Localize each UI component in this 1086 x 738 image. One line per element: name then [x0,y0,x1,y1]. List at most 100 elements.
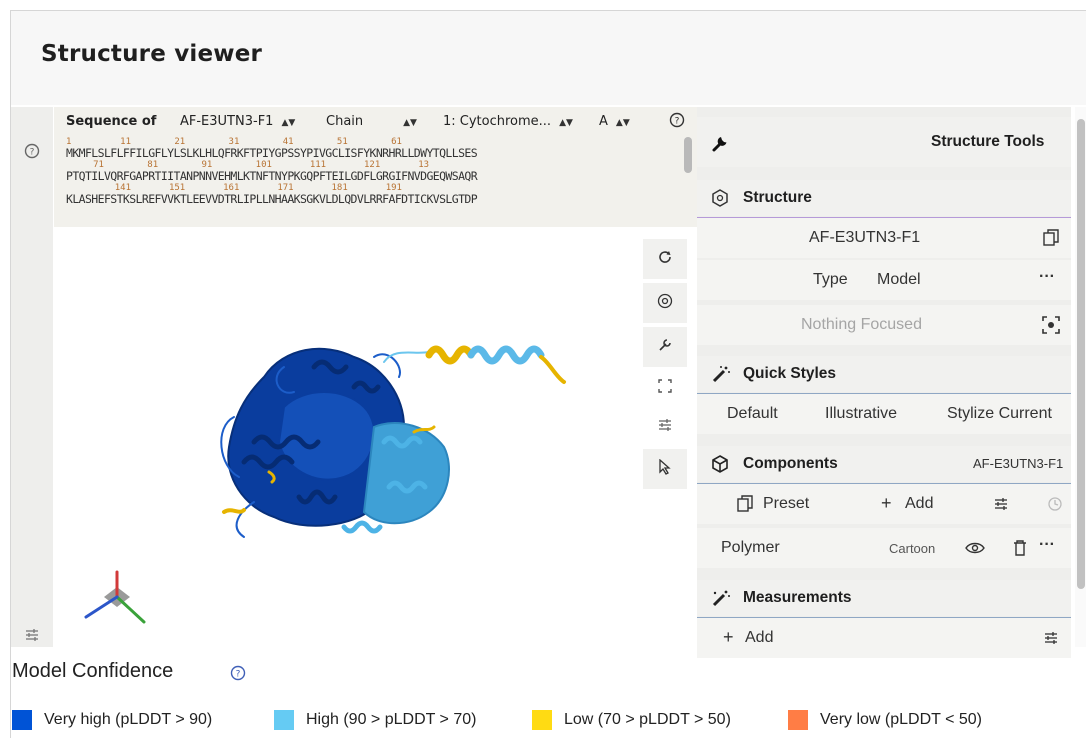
legend-swatch [274,710,294,730]
settings-button[interactable] [643,407,687,447]
legend-label: Low (70 > pLDDT > 50) [564,711,731,728]
structure-type-row: Type Model ··· [697,260,1071,300]
legend-label: Very high (pLDDT > 90) [44,711,213,728]
style-stylize-current-button[interactable]: Stylize Current [947,405,1052,423]
chain-select-value: 1: Cytochrome... [443,114,552,129]
sequence-header: Sequence of AF-E3UTN3-F1 ▲▼ Chain ▲▼ 1: Cy… [54,107,697,135]
legend-low: Low (70 > pLDDT > 50) [532,710,731,730]
add-measurement-button[interactable]: Add [745,629,773,647]
focus-row[interactable]: Nothing Focused [697,305,1071,345]
protein-structure-render[interactable] [54,227,697,647]
more-options-icon[interactable]: ··· [1039,536,1055,554]
expand-icon [658,378,672,397]
wrench-icon [657,337,673,357]
legend-high: High (90 > pLDDT > 70) [274,710,476,730]
polymer-label[interactable]: Polymer [721,539,780,557]
legend-swatch [532,710,552,730]
svg-text:?: ? [30,148,35,158]
molecule-viewport[interactable] [54,227,697,647]
structure-section-header[interactable]: Structure [697,180,1071,216]
magic-wand-icon [711,365,731,387]
history-icon[interactable] [1047,496,1063,516]
structure-entry[interactable]: AF-E3UTN3-F1 [809,229,920,247]
entry-select-value: AF-E3UTN3-F1 [180,114,274,129]
tools-scrollbar[interactable] [1075,107,1086,647]
chain-mode-select[interactable]: Chain ▲▼ [326,114,417,129]
sequence-residues[interactable]: PTQTILVQRFGAPRTIITANPNNVEHMLKTNFTNYPKGQP… [66,170,686,183]
help-icon[interactable]: ? [24,143,40,159]
structure-icon [711,189,729,211]
eye-icon[interactable] [965,540,985,560]
plus-icon: + [881,493,892,513]
legend-very-high: Very high (pLDDT > 90) [12,710,212,730]
structure-tools-header: Structure Tools [697,117,1071,167]
legend-swatch [788,710,808,730]
select-arrows-icon: ▲▼ [615,118,630,128]
chain-mode-value: Chain [326,114,364,129]
copy-icon [737,495,753,517]
measurements-actions: + Add [697,618,1071,658]
focus-placeholder: Nothing Focused [801,316,922,333]
plus-icon: + [723,627,734,647]
entry-select[interactable]: AF-E3UTN3-F1 ▲▼ [180,114,295,129]
settings-sliders-icon[interactable] [1043,630,1059,650]
controls-button[interactable] [643,327,687,367]
type-label: Type [813,271,848,288]
sequence-help-icon[interactable]: ? [669,112,685,128]
chain-id-value: A [599,114,608,129]
sequence-body[interactable]: 1 11 21 31 41 51 61 MKMFLSLFLFFILGFLYLSL… [66,137,686,227]
settings-sliders-icon[interactable] [24,627,40,643]
help-icon[interactable]: ? [230,665,246,685]
measurements-header[interactable]: Measurements [697,580,1071,616]
select-arrows-icon: ▲▼ [403,118,417,128]
components-actions: Preset + Add [697,484,1071,524]
screenshot-button[interactable] [643,283,687,323]
structure-tools-panel: Structure Tools Structure AF-E3UTN3-F1 T… [697,107,1071,658]
structure-entry-row[interactable]: AF-E3UTN3-F1 [697,218,1071,258]
legend-label: Very low (pLDDT < 50) [820,711,982,728]
left-control-strip: ? [11,107,53,647]
components-title: Components [743,455,838,472]
quick-styles-title: Quick Styles [743,365,837,382]
settings-sliders-icon[interactable] [993,496,1009,516]
polymer-representation[interactable]: Cartoon [889,541,935,556]
reset-camera-button[interactable] [643,239,687,279]
style-default-button[interactable]: Default [727,405,778,423]
sequence-residues[interactable]: KLASHEFSTKSLREFVVKTLEEVVDTRLIPLLNHAAKSGK… [66,193,686,206]
settings-sliders-icon [657,417,673,437]
focus-target-icon[interactable] [1042,316,1060,338]
expand-button[interactable] [643,367,687,407]
select-mode-button[interactable] [643,449,687,489]
quick-styles-header[interactable]: Quick Styles [697,356,1071,392]
axes-widget [84,570,146,624]
scrollbar-thumb[interactable] [1077,119,1085,589]
add-component-button[interactable]: Add [905,495,933,513]
components-entry: AF-E3UTN3-F1 [973,456,1064,471]
components-header[interactable]: Components AF-E3UTN3-F1 [697,446,1071,482]
title-bar: Structure viewer [11,11,1086,105]
structure-tools-title: Structure Tools [931,133,1045,150]
wrench-icon [711,133,731,157]
svg-text:?: ? [675,117,680,127]
style-illustrative-button[interactable]: Illustrative [825,405,897,423]
sequence-label: Sequence of [66,114,157,129]
legend-label: High (90 > pLDDT > 70) [306,711,477,728]
preset-button[interactable]: Preset [763,495,809,513]
type-value: Model [877,271,921,288]
measure-icon [711,589,731,611]
trash-icon[interactable] [1013,540,1027,560]
polymer-row[interactable]: Polymer Cartoon ··· [697,528,1071,568]
sequence-residues[interactable]: MKMFLSLFLFFILGFLYLSLKLHLQFRKFTPIYGPSSYPI… [66,147,686,160]
pointer-icon [658,458,672,479]
structure-section-title: Structure [743,189,812,206]
more-options-icon[interactable]: ··· [1039,268,1055,286]
cube-icon [711,455,729,477]
sequence-panel: Sequence of AF-E3UTN3-F1 ▲▼ Chain ▲▼ 1: Cy… [54,107,697,227]
chain-id-select[interactable]: A ▲▼ [599,114,630,129]
refresh-icon [657,249,673,269]
sequence-scrollbar[interactable] [684,137,692,173]
svg-text:?: ? [236,670,241,680]
chain-select[interactable]: 1: Cytochrome... ▲▼ [443,114,573,129]
copy-icon[interactable] [1043,229,1059,251]
camera-icon [657,293,673,313]
